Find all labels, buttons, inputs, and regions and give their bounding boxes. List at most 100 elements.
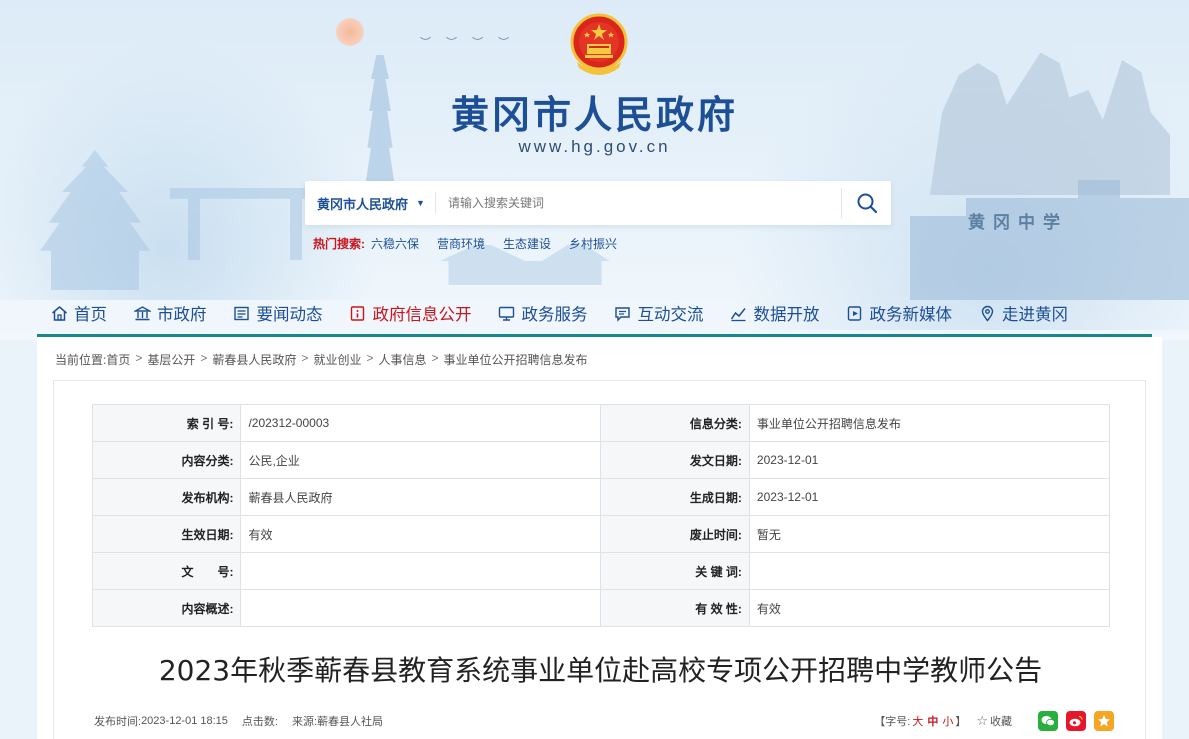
source-label: 来源: (291, 716, 318, 728)
nav-item-city-government[interactable]: 市政府 (120, 292, 220, 334)
font-size-small-button[interactable]: 小 (942, 713, 953, 729)
breadcrumb-separator: > (366, 351, 374, 365)
meta-label: 有 效 性: (600, 589, 750, 627)
meta-value: 2023-12-01 (748, 441, 1111, 479)
hot-search-item[interactable]: 生态建设 (503, 235, 551, 252)
home-icon (50, 304, 68, 322)
breadcrumb-separator: > (301, 351, 309, 365)
meta-value: /202312-00003 (240, 404, 602, 442)
breadcrumb-separator: > (135, 351, 143, 365)
hot-search-item[interactable]: 营商环境 (437, 235, 485, 252)
breadcrumb-item[interactable]: 首页 (106, 351, 130, 368)
meta-value: 暂无 (748, 515, 1111, 553)
nav-item-about-huanggang[interactable]: 走进黄冈 (965, 292, 1081, 334)
favorite-button[interactable]: ☆ 收藏 (976, 713, 1012, 729)
publish-time: 2023-12-01 18:15 (141, 715, 228, 727)
site-title: 黄冈市人民政府 (450, 93, 738, 137)
article-info-bar: 发布时间: 2023-12-01 18:15 点击数: 来源: 蕲春县人社局 【… (94, 711, 1114, 731)
font-size-medium-button[interactable]: 中 (927, 713, 938, 729)
breadcrumb-separator: > (200, 351, 208, 365)
meta-label: 索 引 号: (91, 404, 242, 442)
nav-item-label: 数据开放 (753, 306, 820, 324)
newspaper-icon (233, 304, 251, 322)
search-scope-label: 黄冈市人民政府 (317, 196, 409, 212)
font-size-label-close: 】 (955, 716, 967, 728)
hot-search: 热门搜索: 六稳六保 营商环境 生态建设 乡村振兴 (313, 235, 635, 252)
meta-label: 内容分类: (91, 441, 242, 479)
info-icon (349, 304, 367, 322)
search-icon (857, 193, 877, 214)
publish-time-label: 发布时间: (94, 716, 142, 728)
meta-label: 关 键 词: (600, 552, 750, 590)
breadcrumb-item[interactable]: 蕲春县人民政府 (212, 351, 296, 368)
nav-item-label: 首页 (74, 306, 107, 324)
breadcrumb: 当前位置: 首页 > 基层公开 > 蕲春县人民政府 > 就业创业 > 人事信息 … (55, 351, 588, 368)
search-box: 黄冈市人民政府 ▼ (305, 181, 891, 225)
meta-value: 公民,企业 (240, 441, 602, 479)
national-emblem-icon (570, 13, 628, 75)
nav-item-home[interactable]: 首页 (37, 292, 120, 334)
meta-label: 废止时间: (600, 515, 750, 553)
main-nav: 首页 市政府 要闻动态 政府信息公开 政务服务 互动交流 数据开放 政务新媒体 … (37, 292, 1152, 334)
sun-decoration (336, 18, 364, 46)
nav-item-interaction[interactable]: 互动交流 (601, 292, 717, 334)
nav-item-info-disclosure[interactable]: 政府信息公开 (336, 292, 485, 334)
nav-item-open-data[interactable]: 数据开放 (717, 292, 833, 334)
click-count-label: 点击数: (241, 716, 278, 728)
meta-label: 内容概述: (91, 589, 242, 627)
chat-icon (614, 304, 632, 322)
nav-item-label: 政务新媒体 (869, 306, 953, 324)
building-icon (133, 304, 151, 322)
table-row: 索 引 号: /202312-00003 信息分类: 事业单位公开招聘信息发布 (91, 404, 1111, 442)
star-outline-icon: ☆ (976, 713, 988, 728)
hot-search-item[interactable]: 乡村振兴 (569, 235, 617, 252)
search-scope-dropdown[interactable]: 黄冈市人民政府 ▼ (305, 194, 435, 213)
meta-value: 有效 (748, 589, 1111, 627)
search-button[interactable] (841, 188, 891, 218)
meta-label: 信息分类: (600, 404, 750, 442)
search-input[interactable] (435, 192, 841, 214)
nav-item-new-media[interactable]: 政务新媒体 (833, 292, 966, 334)
weibo-icon (1069, 715, 1083, 727)
meta-value: 蕲春县人民政府 (240, 478, 602, 516)
weibo-share-button[interactable] (1066, 711, 1086, 731)
font-size-large-button[interactable]: 大 (912, 713, 923, 729)
nav-item-label: 政府信息公开 (372, 306, 472, 324)
meta-value (240, 589, 602, 627)
table-row: 文 号: 关 键 词: (91, 552, 1111, 590)
nav-item-label: 互动交流 (637, 306, 704, 324)
table-row: 生效日期: 有效 废止时间: 暂无 (91, 515, 1111, 553)
location-icon (978, 304, 996, 322)
breadcrumb-item[interactable]: 基层公开 (147, 351, 195, 368)
hot-search-item[interactable]: 六稳六保 (371, 235, 419, 252)
nav-item-services[interactable]: 政务服务 (485, 292, 601, 334)
table-row: 内容分类: 公民,企业 发文日期: 2023-12-01 (91, 441, 1111, 479)
metadata-table: 索 引 号: /202312-00003 信息分类: 事业单位公开招聘信息发布 … (91, 404, 1111, 627)
breadcrumb-item[interactable]: 就业创业 (313, 351, 361, 368)
meta-value (748, 552, 1111, 590)
meta-label: 发布机构: (91, 478, 242, 516)
nav-item-news[interactable]: 要闻动态 (220, 292, 336, 334)
birds-decoration: ︶ ︶ ︶ ︶ (420, 37, 516, 49)
breadcrumb-prefix: 当前位置: (55, 353, 107, 367)
star-icon (1098, 715, 1110, 727)
meta-value (240, 552, 602, 590)
media-icon (846, 304, 864, 322)
site-header: ︶ ︶ ︶ ︶ 黄冈中学 黄冈市人民政府 www.hg.gov.cn 黄冈市人民… (0, 0, 1189, 340)
content-area: 当前位置: 首页 > 基层公开 > 蕲春县人民政府 > 就业创业 > 人事信息 … (37, 337, 1162, 739)
hot-search-label: 热门搜索: (313, 237, 365, 251)
breadcrumb-current[interactable]: 事业单位公开招聘信息发布 (444, 351, 588, 368)
caret-down-icon: ▼ (416, 198, 425, 208)
site-url: www.hg.gov.cn (518, 137, 671, 156)
meta-label: 发文日期: (600, 441, 750, 479)
article-tools: 【字号: 大 中 小 】 ☆ 收藏 (874, 711, 1114, 731)
breadcrumb-item[interactable]: 人事信息 (378, 351, 426, 368)
meta-label: 生成日期: (600, 478, 750, 516)
meta-value: 有效 (240, 515, 602, 553)
qzone-share-button[interactable] (1094, 711, 1114, 731)
school-label: 黄冈中学 (968, 213, 1068, 232)
nav-item-label: 政务服务 (521, 306, 588, 324)
meta-label: 生效日期: (91, 515, 242, 553)
wechat-share-button[interactable] (1038, 711, 1058, 731)
chart-icon (730, 304, 748, 322)
